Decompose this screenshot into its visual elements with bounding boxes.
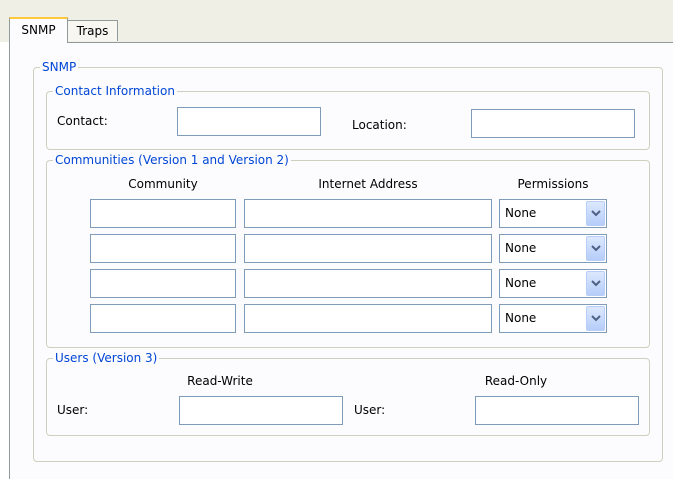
chevron-down-icon[interactable] <box>586 271 605 296</box>
permissions-select-value: None <box>505 276 537 290</box>
ro-user-field[interactable] <box>475 396 639 425</box>
permissions-select[interactable]: None <box>499 199 607 228</box>
community-column-header: Community <box>128 177 198 191</box>
chevron-down-icon[interactable] <box>586 201 605 226</box>
panel-border-top <box>9 42 673 43</box>
community-field[interactable] <box>90 269 236 298</box>
chevron-down-icon[interactable] <box>586 306 605 331</box>
chevron-down-icon[interactable] <box>586 236 605 261</box>
communities-legend: Communities (Version 1 and Version 2) <box>55 153 289 167</box>
permissions-select[interactable]: None <box>499 269 607 298</box>
community-field[interactable] <box>90 199 236 228</box>
location-label: Location: <box>352 118 407 132</box>
permissions-select-value: None <box>505 311 537 325</box>
internet-address-field[interactable] <box>244 269 492 298</box>
contact-information-legend: Contact Information <box>55 84 175 98</box>
permissions-select-value: None <box>505 206 537 220</box>
contact-field[interactable] <box>177 107 321 136</box>
contact-label: Contact: <box>57 114 108 128</box>
snmp-group-legend: SNMP <box>42 60 77 74</box>
panel-border-left <box>9 42 10 479</box>
rw-user-field[interactable] <box>179 396 343 425</box>
internet-address-field[interactable] <box>244 199 492 228</box>
read-only-header: Read-Only <box>484 374 548 388</box>
rw-user-label: User: <box>57 403 89 417</box>
permissions-select[interactable]: None <box>499 234 607 263</box>
read-write-header: Read-Write <box>187 374 253 388</box>
internet-address-column-header: Internet Address <box>318 177 418 191</box>
tab-snmp[interactable]: SNMP <box>9 17 68 43</box>
internet-address-field[interactable] <box>244 304 492 333</box>
community-field[interactable] <box>90 234 236 263</box>
community-field[interactable] <box>90 304 236 333</box>
permissions-select-value: None <box>505 241 537 255</box>
users-legend: Users (Version 3) <box>55 351 158 365</box>
internet-address-field[interactable] <box>244 234 492 263</box>
location-field[interactable] <box>471 109 635 138</box>
permissions-column-header: Permissions <box>517 177 589 191</box>
permissions-select[interactable]: None <box>499 304 607 333</box>
tab-traps[interactable]: Traps <box>67 20 118 41</box>
ro-user-label: User: <box>354 403 386 417</box>
